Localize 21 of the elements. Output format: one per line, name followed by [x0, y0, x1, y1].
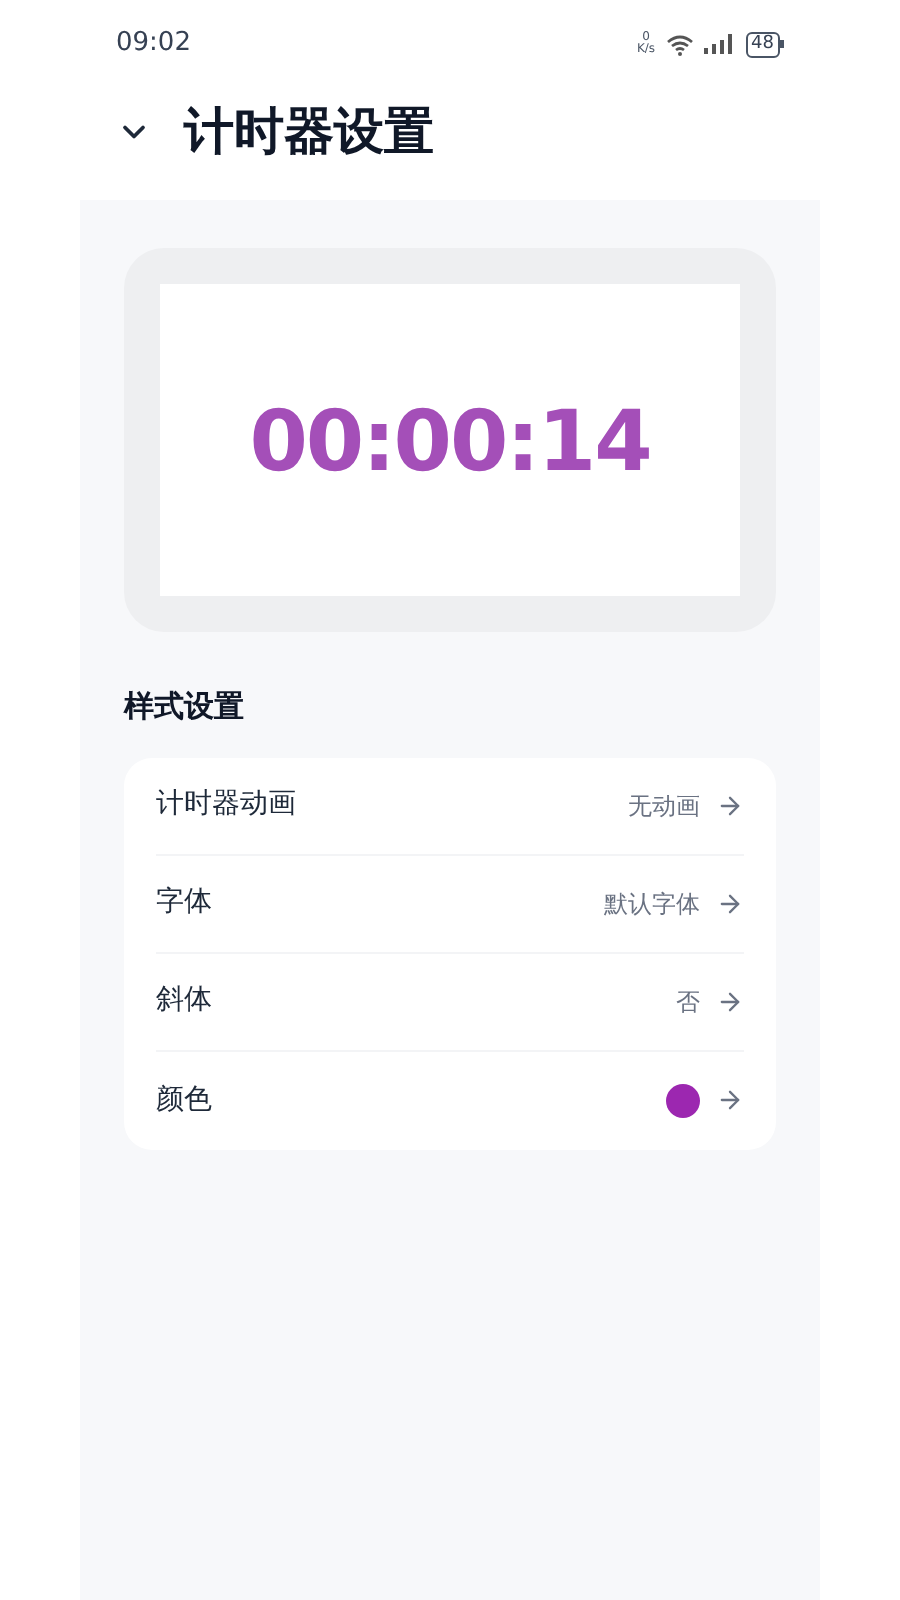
setting-value: 无动画 [628, 789, 700, 823]
setting-label: 计时器动画 [156, 786, 296, 824]
setting-value: 否 [676, 985, 700, 1019]
settings-row[interactable]: 颜色 [156, 1051, 744, 1149]
setting-label: 斜体 [156, 982, 212, 1020]
page-title: 计时器设置 [184, 100, 434, 165]
arrow-icon [716, 987, 744, 1015]
arrow-icon [716, 791, 744, 819]
setting-label: 颜色 [156, 1081, 212, 1119]
section-title: 样式设置 [124, 686, 246, 728]
status-time: 09:02 [116, 26, 191, 63]
settings-row[interactable]: 计时器动画 无动画 [156, 757, 744, 855]
setting-value: 默认字体 [604, 887, 700, 921]
battery-level: 48 [745, 31, 780, 57]
timer-display: 00:00:14 [249, 389, 651, 493]
signal-icon [703, 34, 736, 54]
arrow-icon [716, 889, 744, 917]
setting-label: 字体 [156, 884, 212, 922]
wifi-icon [665, 33, 694, 55]
settings-row[interactable]: 字体 默认字体 [156, 855, 744, 953]
settings-row[interactable]: 斜体 否 [156, 953, 744, 1051]
